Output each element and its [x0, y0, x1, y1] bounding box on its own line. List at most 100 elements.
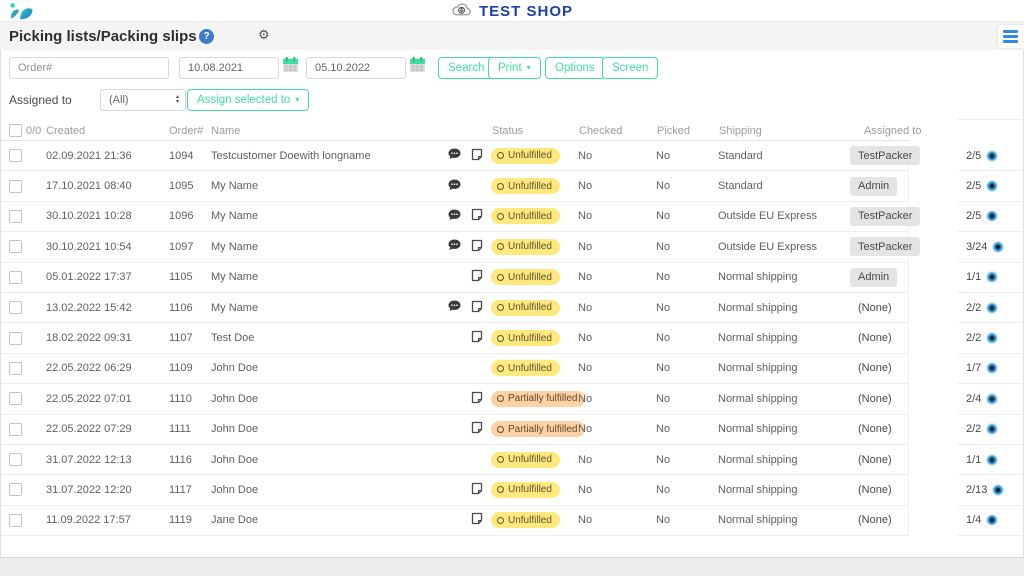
date-to-input[interactable] [306, 57, 406, 79]
side-column-divider [958, 119, 1024, 120]
assigned-badge[interactable]: TestPacker [850, 237, 920, 256]
note-icon[interactable] [471, 512, 483, 528]
assigned-badge[interactable]: (None) [850, 450, 900, 469]
row-progress[interactable]: 2/13 [958, 475, 1024, 505]
row-progress[interactable]: 1/1 [958, 445, 1024, 475]
col-picked[interactable]: Picked [657, 125, 719, 137]
assigned-badge[interactable]: TestPacker [850, 146, 920, 165]
note-icon[interactable] [471, 239, 483, 255]
status-circle-icon [497, 213, 504, 220]
eye-icon[interactable] [986, 423, 998, 435]
created-cell: 17.10.2021 08:40 [46, 180, 169, 192]
col-name[interactable]: Name [211, 125, 449, 137]
assigned-badge[interactable]: (None) [850, 420, 900, 439]
row-progress[interactable]: 2/5 [958, 141, 1024, 171]
row-checkbox[interactable] [9, 149, 22, 162]
row-progress[interactable]: 2/2 [958, 323, 1024, 353]
col-assigned[interactable]: Assigned to [851, 125, 909, 137]
print-button[interactable]: Print ▾ [488, 57, 541, 79]
col-checked[interactable]: Checked [579, 125, 657, 137]
assigned-badge[interactable]: (None) [850, 480, 900, 499]
col-created[interactable]: Created [46, 125, 169, 137]
checked-cell: No [578, 302, 656, 314]
row-progress[interactable]: 2/5 [958, 171, 1024, 201]
eye-icon[interactable] [986, 454, 998, 466]
note-icon[interactable] [471, 330, 483, 346]
row-progress[interactable]: 2/2 [958, 293, 1024, 323]
comment-icon[interactable] [448, 239, 461, 254]
name-cell: My Name [211, 241, 448, 253]
row-progress[interactable]: 2/2 [958, 415, 1024, 445]
eye-icon[interactable] [986, 393, 998, 405]
assigned-badge[interactable]: Admin [850, 268, 897, 287]
help-icon[interactable]: ? [199, 29, 214, 44]
assigned-badge[interactable]: (None) [850, 389, 900, 408]
eye-icon[interactable] [992, 484, 1004, 496]
assigned-badge[interactable]: (None) [850, 298, 900, 317]
eye-icon[interactable] [986, 210, 998, 222]
assigned-to-select[interactable]: (All) ▴▾ [100, 89, 186, 111]
col-status[interactable]: Status [492, 125, 579, 137]
row-checkbox[interactable] [9, 483, 22, 496]
assigned-badge[interactable]: (None) [850, 329, 900, 348]
row-checkbox[interactable] [9, 180, 22, 193]
checked-cell: No [578, 484, 656, 496]
assigned-badge[interactable]: (None) [850, 511, 900, 530]
row-checkbox[interactable] [9, 332, 22, 345]
assign-selected-button[interactable]: Assign selected to ▾ [187, 89, 309, 111]
eye-icon[interactable] [986, 271, 998, 283]
eye-icon[interactable] [986, 150, 998, 162]
comment-icon[interactable] [448, 148, 461, 163]
col-shipping[interactable]: Shipping [719, 125, 851, 137]
row-checkbox[interactable] [9, 362, 22, 375]
eye-icon[interactable] [986, 362, 998, 374]
row-progress[interactable]: 2/4 [958, 384, 1024, 414]
row-checkbox[interactable] [9, 392, 22, 405]
note-icon[interactable] [471, 421, 483, 437]
row-checkbox[interactable] [9, 453, 22, 466]
search-button[interactable]: Search [438, 57, 494, 79]
menu-button[interactable] [998, 25, 1024, 48]
print-button-label: Print [498, 62, 522, 74]
progress-count: 2/2 [966, 423, 981, 435]
options-button[interactable]: Options [545, 57, 605, 79]
note-icon[interactable] [471, 148, 483, 164]
note-icon[interactable] [471, 391, 483, 407]
row-progress[interactable]: 3/24 [958, 232, 1024, 262]
date-from-input[interactable] [179, 57, 279, 79]
assigned-badge[interactable]: (None) [850, 359, 900, 378]
calendar-icon-to[interactable] [409, 56, 426, 73]
eye-icon[interactable] [992, 241, 1004, 253]
shop-brand: TEST SHOP [0, 1, 1024, 22]
row-checkbox[interactable] [9, 423, 22, 436]
note-icon[interactable] [471, 300, 483, 316]
eye-icon[interactable] [986, 302, 998, 314]
gear-icon[interactable]: ⚙ [258, 27, 270, 43]
comment-icon[interactable] [448, 179, 461, 194]
col-order[interactable]: Order# [169, 125, 211, 137]
row-checkbox[interactable] [9, 210, 22, 223]
row-checkbox[interactable] [9, 301, 22, 314]
eye-icon[interactable] [986, 180, 998, 192]
note-icon[interactable] [471, 269, 483, 285]
row-checkbox[interactable] [9, 271, 22, 284]
eye-icon[interactable] [986, 332, 998, 344]
assigned-badge[interactable]: TestPacker [850, 207, 920, 226]
row-checkbox[interactable] [9, 514, 22, 527]
eye-icon[interactable] [986, 514, 998, 526]
note-icon[interactable] [471, 482, 483, 498]
screen-button[interactable]: Screen [602, 57, 658, 79]
row-progress[interactable]: 1/4 [958, 506, 1024, 536]
row-progress[interactable]: 1/1 [958, 263, 1024, 293]
row-progress[interactable]: 1/7 [958, 354, 1024, 384]
comment-icon[interactable] [448, 209, 461, 224]
progress-count: 2/5 [966, 150, 981, 162]
row-progress[interactable]: 2/5 [958, 202, 1024, 232]
row-checkbox[interactable] [9, 240, 22, 253]
order-search-input[interactable] [9, 57, 169, 79]
note-icon[interactable] [471, 208, 483, 224]
calendar-icon-from[interactable] [282, 56, 299, 73]
comment-icon[interactable] [448, 300, 461, 315]
select-all-checkbox[interactable] [9, 124, 22, 137]
assigned-badge[interactable]: Admin [850, 177, 897, 196]
